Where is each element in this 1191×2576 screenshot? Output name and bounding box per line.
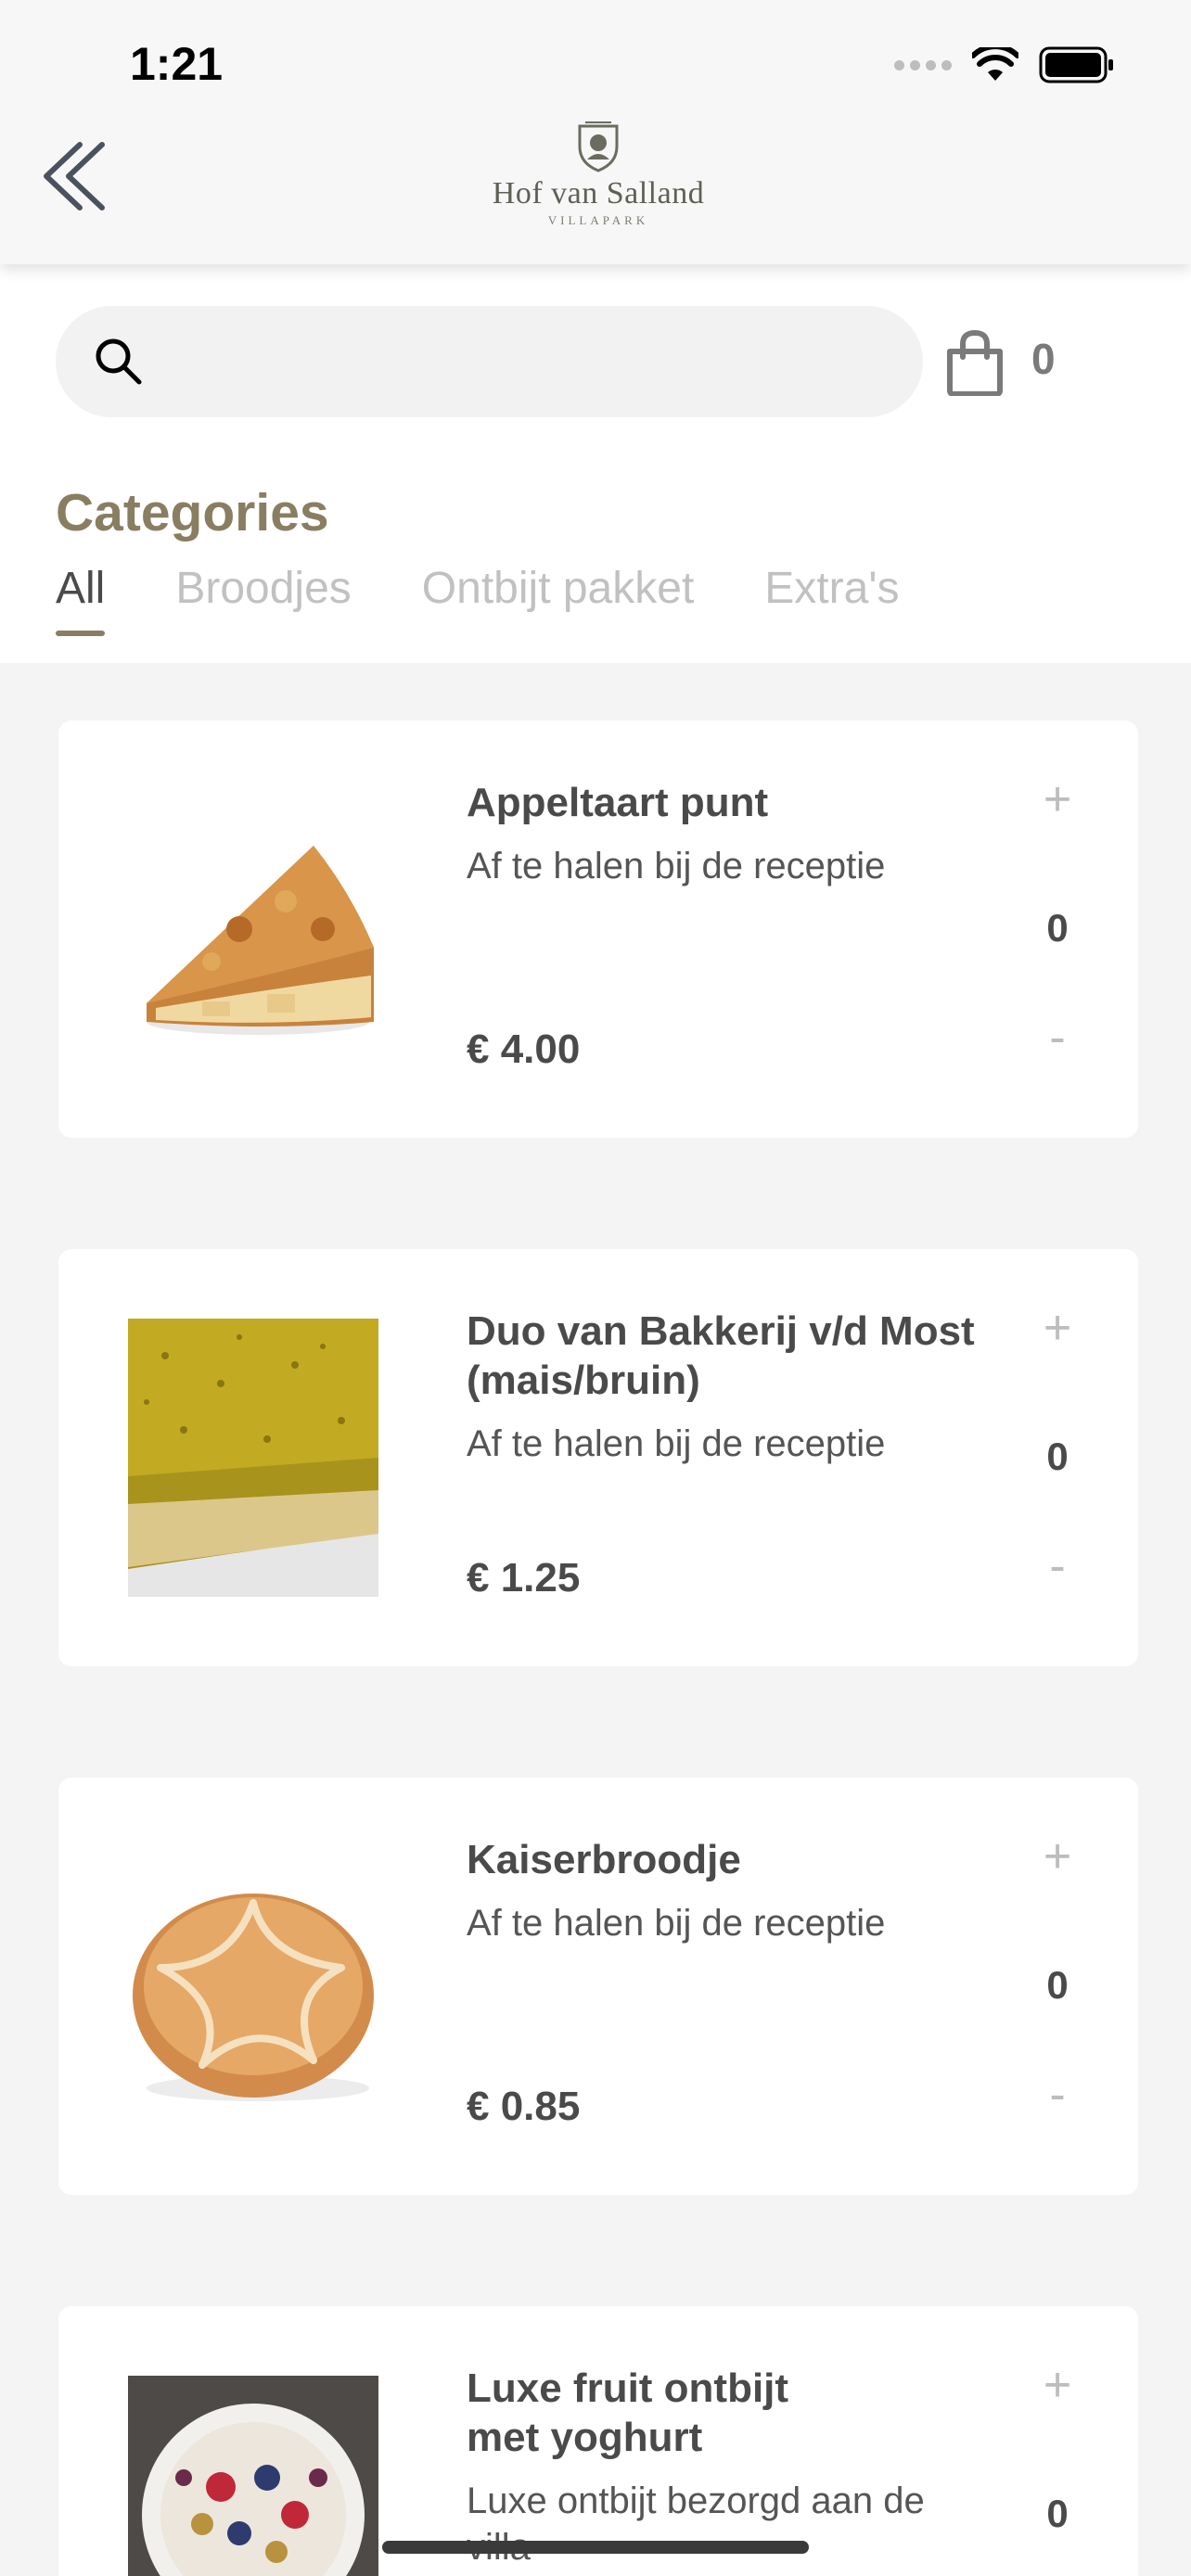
product-price: € 0.85	[467, 2084, 581, 2129]
increase-quantity-button[interactable]: +	[1034, 1304, 1081, 1352]
logo-name: Hof van Salland	[492, 176, 705, 210]
cornbread-image	[128, 1319, 378, 1597]
logo-subtitle: VILLAPARK	[547, 213, 649, 227]
tab-all[interactable]: All	[56, 563, 106, 636]
category-tabs: All Broodjes Ontbijt pakket Extra's	[56, 563, 969, 636]
search-bar[interactable]	[56, 306, 923, 417]
yoghurt-bowl-image	[128, 2376, 378, 2576]
quantity-value: 0	[1046, 1435, 1069, 1478]
categories-title: Categories	[56, 483, 329, 542]
product-card: Kaiserbroodje Af te halen bij de recepti…	[58, 1778, 1138, 2195]
product-card: Duo van Bakkerij v/d Most (mais/bruin) A…	[58, 1249, 1138, 1666]
product-image	[128, 790, 378, 1068]
double-chevron-left-icon	[44, 142, 105, 210]
apple-pie-image	[128, 790, 378, 1068]
brand-logo: Hof van Salland VILLAPARK	[482, 119, 714, 239]
crest-icon	[578, 121, 619, 172]
cart-count[interactable]: 0	[1031, 334, 1056, 384]
kaiser-roll-image	[128, 1847, 378, 2125]
decrease-quantity-button[interactable]: -	[1034, 2071, 1081, 2123]
decrease-quantity-button[interactable]: -	[1034, 1014, 1081, 1065]
increase-quantity-button[interactable]: +	[1034, 2361, 1081, 2409]
product-card: Luxe fruit ontbijt met yoghurt Luxe ontb…	[58, 2306, 1138, 2576]
filter-area: 0 Categories All Broodjes Ontbijt pakket…	[0, 264, 1191, 663]
search-input[interactable]	[158, 325, 900, 399]
product-price: € 1.25	[467, 1555, 581, 1600]
status-icons	[894, 46, 1115, 83]
search-icon	[96, 338, 142, 385]
quantity-value: 0	[1046, 906, 1069, 950]
tab-extras[interactable]: Extra's	[764, 563, 899, 636]
product-title: Kaiserbroodje	[467, 1837, 741, 1882]
cellular-signal-icon	[894, 59, 952, 70]
product-card: Appeltaart punt Af te halen bij de recep…	[58, 721, 1138, 1138]
product-title: Duo van Bakkerij v/d Most (mais/bruin)	[467, 1308, 975, 1403]
product-title: Luxe fruit ontbijt met yoghurt	[467, 2366, 789, 2460]
wifi-icon	[972, 47, 1018, 81]
product-image	[128, 1847, 378, 2125]
increase-quantity-button[interactable]: +	[1034, 1832, 1081, 1881]
quantity-value: 0	[1046, 1963, 1069, 2007]
product-image	[128, 1319, 378, 1597]
increase-quantity-button[interactable]: +	[1034, 775, 1081, 823]
home-indicator	[382, 2541, 809, 2554]
back-button[interactable]	[39, 137, 113, 215]
product-description: Af te halen bij de receptie	[467, 1903, 886, 1944]
product-image	[128, 2376, 378, 2576]
product-description: Af te halen bij de receptie	[467, 1423, 886, 1464]
product-description: Luxe ontbijt bezorgd aan de villa	[467, 2480, 925, 2568]
battery-icon	[1039, 46, 1113, 83]
app-header: 1:21 Hof van Salland VILLAPARK	[0, 0, 1191, 264]
quantity-value: 0	[1046, 2492, 1069, 2535]
status-time: 1:21	[130, 38, 224, 90]
product-price: € 4.00	[467, 1027, 581, 1072]
tab-broodjes[interactable]: Broodjes	[175, 563, 351, 636]
tab-ontbijt-pakket[interactable]: Ontbijt pakket	[422, 563, 694, 636]
product-title: Appeltaart punt	[467, 780, 769, 825]
shopping-bag-icon[interactable]	[942, 329, 1007, 396]
product-description: Af te halen bij de receptie	[467, 846, 886, 886]
decrease-quantity-button[interactable]: -	[1034, 1542, 1081, 1594]
